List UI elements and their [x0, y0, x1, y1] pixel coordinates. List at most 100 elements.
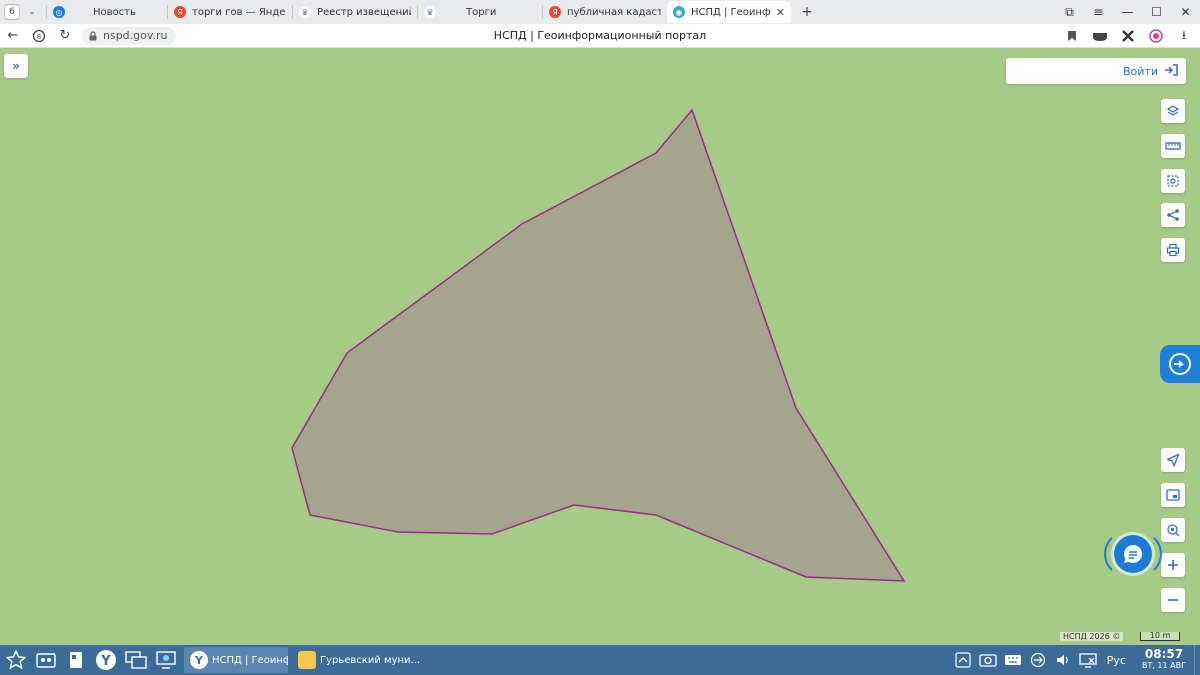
- screenshot-tool-icon[interactable]: [977, 649, 999, 671]
- network-status-icon[interactable]: [1077, 649, 1099, 671]
- lock-icon: [89, 30, 97, 40]
- geolocate-button[interactable]: [1161, 448, 1185, 472]
- print-icon: [1166, 243, 1180, 257]
- mask-extension-icon[interactable]: [1090, 26, 1110, 46]
- show-desktop-button[interactable]: [1194, 645, 1200, 675]
- address-bar: НСПД | Геоинформационный портал ← 8 ↻ ns…: [0, 24, 1200, 48]
- keyboard-language[interactable]: Рус: [1107, 654, 1126, 667]
- minimap-icon: [1166, 489, 1180, 501]
- volume-speaker-icon[interactable]: [1052, 649, 1074, 671]
- back-arrow-icon[interactable]: ←: [0, 24, 26, 48]
- land-parcel-layer: [291, 108, 906, 582]
- menu-hamburger-icon[interactable]: ≡: [1084, 0, 1113, 24]
- print-button[interactable]: [1161, 238, 1185, 262]
- pin-search-button[interactable]: [1161, 518, 1185, 542]
- protect-icon[interactable]: 8: [26, 24, 52, 48]
- svg-text:8: 8: [37, 33, 41, 41]
- keyboard-icon[interactable]: [1002, 649, 1024, 671]
- select-area-button[interactable]: [1161, 169, 1185, 193]
- toolbar-right: ⭳: [1062, 24, 1194, 48]
- select-area-icon: [1167, 175, 1179, 187]
- tab-label: НСПД | Геоинформац: [691, 6, 770, 18]
- new-tab-plus-icon[interactable]: +: [797, 2, 817, 22]
- clock-date: ВТ, 11 АВГ: [1141, 661, 1186, 670]
- assistant-side-tab[interactable]: [1160, 345, 1200, 383]
- record-extension-icon[interactable]: [1146, 26, 1166, 46]
- tab-torgi[interactable]: ♛ Торги: [418, 1, 542, 23]
- taskbar-task-folder[interactable]: Гурьевский муни...: [292, 647, 426, 673]
- minimize-icon[interactable]: —: [1113, 0, 1142, 24]
- tools-extension-icon[interactable]: [1118, 26, 1138, 46]
- download-icon[interactable]: ⭳: [1174, 26, 1194, 46]
- pin-search-icon: [1167, 524, 1180, 537]
- tab-label: Новость: [93, 6, 136, 18]
- land-parcel-polygon[interactable]: [291, 108, 906, 582]
- yandex-browser-icon[interactable]: Y: [92, 646, 120, 674]
- usb-connection-icon[interactable]: [1027, 649, 1049, 671]
- tab-torgi-gov-yandex[interactable]: Я торги гов — Яндекс: наш: [168, 1, 292, 23]
- tray-expand-chevron-icon[interactable]: [952, 649, 974, 671]
- tab-count-label: 6: [9, 7, 15, 17]
- task-label: Гурьевский муни...: [320, 654, 421, 666]
- extensions-icon[interactable]: ⧉: [1055, 0, 1084, 24]
- tab-label: Реестр извещений: [317, 6, 411, 18]
- page-title: НСПД | Геоинформационный портал: [493, 29, 707, 42]
- file-manager-icon[interactable]: [32, 646, 60, 674]
- system-clock[interactable]: 08:57 ВТ, 11 АВГ: [1134, 647, 1194, 671]
- emblem-icon: ♛: [424, 6, 436, 18]
- chevron-down-icon[interactable]: ⌄: [24, 4, 40, 20]
- tab-publichnaya-kadastrovaya[interactable]: Я публичная кадастровая: [543, 1, 667, 23]
- share-icon: [1167, 209, 1179, 221]
- tab-label: Торги: [466, 6, 497, 18]
- ruler-icon: [1165, 142, 1181, 150]
- ruler-button[interactable]: [1161, 134, 1185, 158]
- reload-icon[interactable]: ↻: [52, 24, 78, 48]
- maximize-icon[interactable]: ☐: [1142, 0, 1171, 24]
- tab-label: торги гов — Яндекс: наш: [192, 6, 286, 18]
- start-menu-star-icon[interactable]: [2, 646, 30, 674]
- chat-bubble-icon: [1123, 544, 1143, 563]
- share-button[interactable]: [1161, 203, 1185, 227]
- layers-button[interactable]: [1161, 99, 1185, 123]
- browser-tab-strip: 6 ⌄ ◎ Новость Я торги гов — Яндекс: наш …: [0, 0, 1200, 24]
- globe-icon: ◎: [53, 6, 65, 18]
- geolocate-icon: [1166, 453, 1180, 467]
- tab-nspd-active[interactable]: ◉ НСПД | Геоинформац ✕: [667, 1, 791, 23]
- tab-reestr-izveshcheniy[interactable]: ♛ Реестр извещений: [293, 1, 417, 23]
- system-tray: Рус 08:57 ВТ, 11 АВГ: [949, 645, 1200, 675]
- minimap-button[interactable]: [1161, 483, 1185, 507]
- map-scale-bar: 10 m: [1140, 632, 1180, 641]
- layers-icon: [1166, 105, 1180, 116]
- close-window-icon[interactable]: ✕: [1171, 0, 1200, 24]
- svg-text:Y: Y: [100, 654, 111, 669]
- zoom-in-button[interactable]: [1161, 553, 1185, 577]
- clock-time: 08:57: [1144, 647, 1184, 661]
- yandex-icon: Я: [174, 6, 186, 18]
- tab-novost[interactable]: ◎ Новость: [47, 1, 167, 23]
- notes-app-icon[interactable]: [62, 646, 90, 674]
- bookmark-icon[interactable]: [1062, 26, 1082, 46]
- taskbar-task-nspd[interactable]: Y НСПД | Геоинфор...: [184, 647, 288, 673]
- expand-panel-chevrons-icon[interactable]: »: [4, 54, 28, 78]
- tab-count-button[interactable]: 6: [4, 4, 20, 20]
- nspd-icon: ◉: [673, 6, 685, 18]
- yandex-icon: Я: [549, 6, 561, 18]
- url-text: nspd.gov.ru: [103, 29, 168, 42]
- yandex-browser-icon: Y: [190, 651, 208, 669]
- close-icon[interactable]: ✕: [776, 6, 785, 19]
- login-button[interactable]: Войти: [1006, 58, 1186, 84]
- zoom-out-icon: [1168, 599, 1178, 601]
- network-app-icon[interactable]: [152, 646, 180, 674]
- chat-support-button[interactable]: [1114, 535, 1152, 573]
- map-canvas[interactable]: » Войти НСПД 2026 © 10 m: [0, 48, 1200, 645]
- login-label: Войти: [1123, 64, 1158, 78]
- zoom-out-button[interactable]: [1161, 588, 1185, 612]
- map-copyright: НСПД 2026 ©: [1060, 632, 1124, 641]
- url-field[interactable]: nspd.gov.ru: [82, 26, 176, 45]
- tab-label: публичная кадастровая: [567, 6, 661, 18]
- folder-icon: [298, 651, 316, 669]
- emblem-icon: ♛: [299, 6, 311, 18]
- login-arrow-icon: [1164, 63, 1178, 79]
- window-switcher-icon[interactable]: [122, 646, 150, 674]
- window-controls: ⧉ ≡ — ☐ ✕: [1055, 0, 1200, 24]
